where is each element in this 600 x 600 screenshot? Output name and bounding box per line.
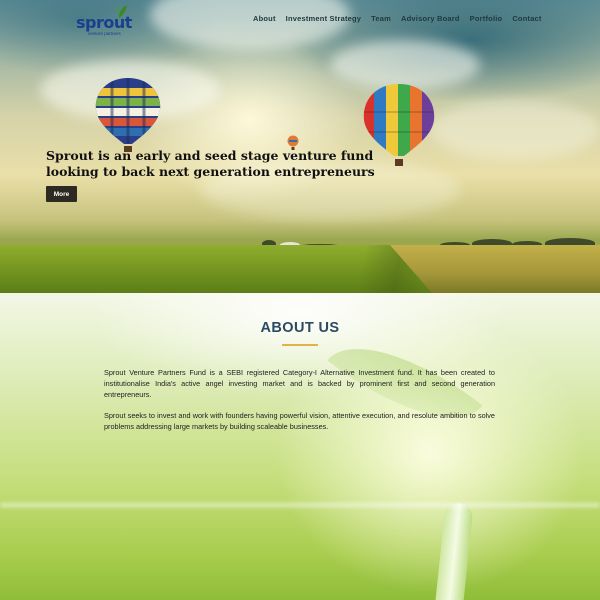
logo-wordmark: sprout xyxy=(76,13,132,32)
title-underline xyxy=(282,344,318,346)
hero-headline: Sprout is an early and seed stage ventur… xyxy=(46,148,375,179)
hero-section: sprout venture partners About Investment… xyxy=(0,0,600,293)
nav-contact[interactable]: Contact xyxy=(507,14,546,23)
nav-investment-strategy[interactable]: Investment Strategy xyxy=(281,14,367,23)
about-paragraph-1: Sprout Venture Partners Fund is a SEBI r… xyxy=(104,368,495,399)
nav-portfolio[interactable]: Portfolio xyxy=(465,14,508,23)
divider xyxy=(0,503,600,507)
sprout-stem-image xyxy=(434,501,474,600)
more-button[interactable]: More xyxy=(46,186,77,202)
nav-advisory-board[interactable]: Advisory Board xyxy=(396,14,465,23)
main-nav: About Investment Strategy Team Advisory … xyxy=(248,14,547,23)
cloud xyxy=(430,100,600,160)
nav-about[interactable]: About xyxy=(248,14,281,23)
about-paragraph-2: Sprout seeks to invest and work with fou… xyxy=(104,411,495,431)
logo[interactable]: sprout venture partners xyxy=(76,4,136,36)
hot-air-balloon-icon xyxy=(95,78,161,152)
nav-team[interactable]: Team xyxy=(366,14,396,23)
about-title: ABOUT US xyxy=(260,320,340,336)
cloud xyxy=(150,0,350,50)
about-section: ABOUT US Sprout Venture Partners Fund is… xyxy=(0,293,600,600)
logo-tagline: venture partners xyxy=(88,31,121,36)
